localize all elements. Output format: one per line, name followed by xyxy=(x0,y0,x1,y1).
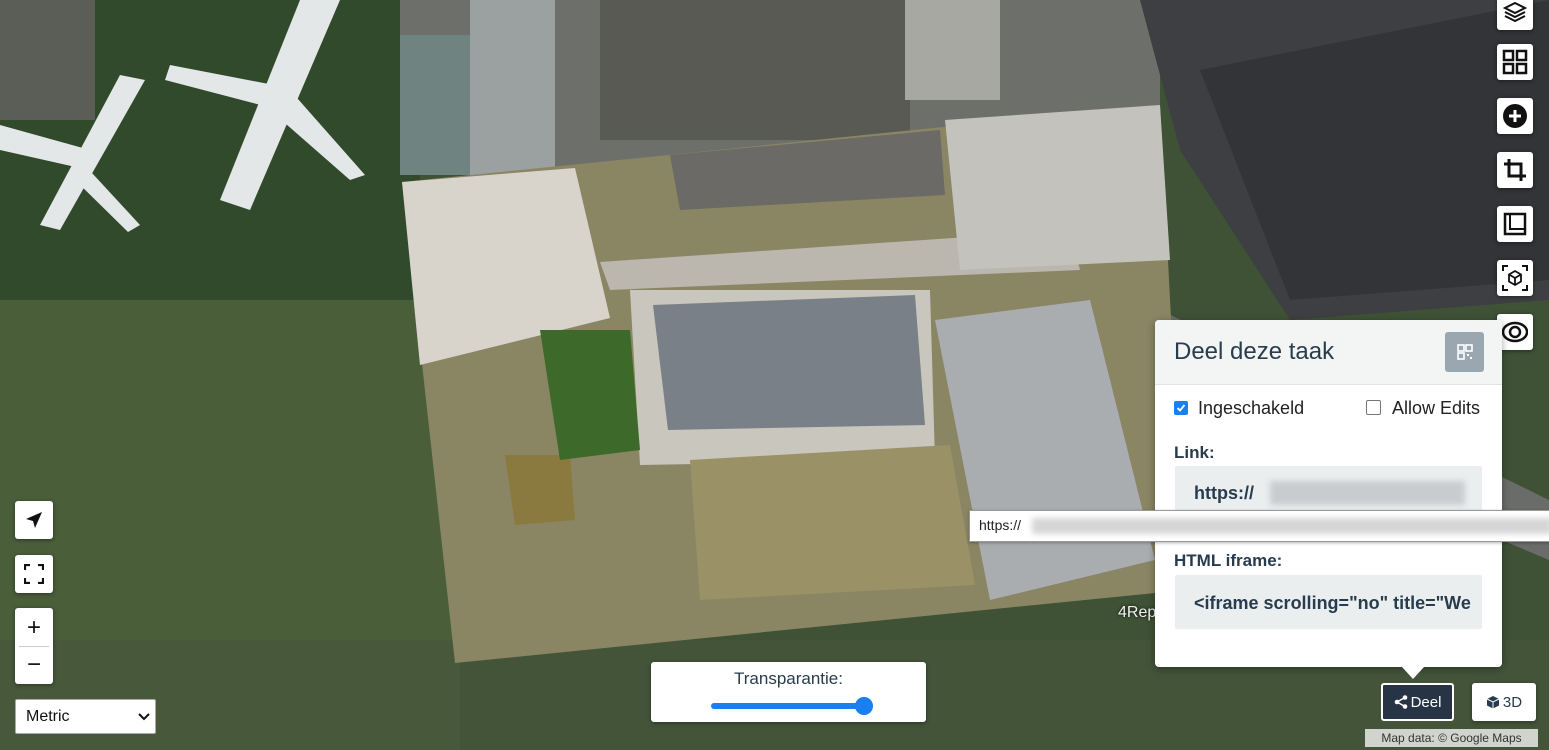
layers-icon xyxy=(1503,1,1527,23)
iframe-label: HTML iframe: xyxy=(1174,551,1283,570)
transparency-panel: Transparantie: xyxy=(651,662,926,722)
grid-button[interactable] xyxy=(1497,44,1533,80)
cube-button[interactable] xyxy=(1497,260,1533,296)
locate-button[interactable] xyxy=(15,501,53,539)
cube-icon xyxy=(1502,265,1528,291)
transparency-slider[interactable] xyxy=(711,703,873,709)
share-panel-pointer xyxy=(1402,667,1424,679)
map-attribution: Map data: © Google Maps xyxy=(1365,729,1538,747)
eye-button[interactable] xyxy=(1497,314,1533,350)
crop-button[interactable] xyxy=(1497,152,1533,188)
zoom-out-button[interactable]: − xyxy=(15,648,53,682)
share-panel: Deel deze taak Ingeschakeld Allow Edits … xyxy=(1155,320,1502,667)
transparency-slider-thumb[interactable] xyxy=(855,697,873,715)
threed-button-label: 3D xyxy=(1502,693,1523,711)
ruler-button[interactable] xyxy=(1497,206,1533,242)
fullscreen-icon xyxy=(24,564,44,584)
navigation-arrow-icon xyxy=(26,512,42,528)
link-field-value: https:// xyxy=(1194,483,1254,503)
enabled-label[interactable]: Ingeschakeld xyxy=(1198,398,1304,419)
share-button[interactable]: Deel xyxy=(1381,683,1454,721)
units-select[interactable]: Metric xyxy=(15,699,156,734)
share-panel-header: Deel deze taak xyxy=(1155,320,1502,385)
cube-icon xyxy=(1486,696,1500,709)
zoom-in-button[interactable]: + xyxy=(15,611,53,645)
zoom-divider xyxy=(19,646,49,647)
link-redacted xyxy=(1270,481,1465,505)
chevron-down-icon xyxy=(138,713,150,721)
crop-icon xyxy=(1504,159,1526,181)
share-button-label: Deel xyxy=(1410,693,1442,711)
map-watermark: 4Rep xyxy=(1118,604,1157,621)
link-label: Link: xyxy=(1174,443,1215,462)
add-measurement-button[interactable] xyxy=(1497,98,1533,134)
grid-icon xyxy=(1502,49,1528,75)
fullscreen-button[interactable] xyxy=(15,555,53,593)
threed-button[interactable]: 3D xyxy=(1472,683,1536,721)
allow-edits-label[interactable]: Allow Edits xyxy=(1392,398,1480,419)
layers-button[interactable] xyxy=(1497,0,1533,30)
qr-code-icon xyxy=(1456,344,1473,360)
units-select-value: Metric xyxy=(26,708,70,725)
zoom-control: + − xyxy=(15,608,53,684)
url-tooltip: https:// xyxy=(969,510,1549,542)
url-tooltip-text: https:// xyxy=(979,517,1022,533)
allow-edits-checkbox[interactable] xyxy=(1366,400,1381,415)
checkmark-icon xyxy=(1176,404,1186,412)
eye-icon xyxy=(1502,321,1528,343)
enabled-checkbox[interactable] xyxy=(1174,401,1188,415)
transparency-label: Transparantie: xyxy=(734,669,843,688)
ruler-icon xyxy=(1503,212,1527,236)
url-tooltip-redacted xyxy=(1032,518,1549,534)
iframe-field[interactable]: <iframe scrolling="no" title="We xyxy=(1175,575,1482,629)
share-icon xyxy=(1394,695,1407,709)
plus-circle-icon xyxy=(1503,104,1527,128)
share-panel-title: Deel deze taak xyxy=(1174,338,1335,365)
qr-code-button[interactable] xyxy=(1445,332,1484,372)
iframe-field-value: <iframe scrolling="no" title="We xyxy=(1194,593,1471,613)
